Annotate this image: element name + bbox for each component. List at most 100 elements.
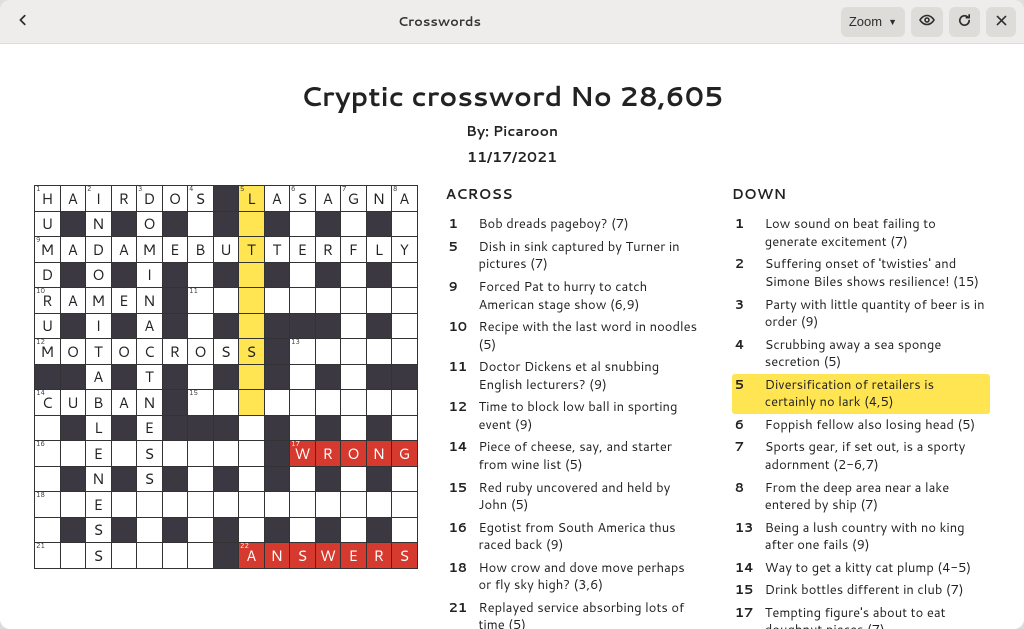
grid-cell[interactable] [239, 441, 265, 467]
grid-cell[interactable] [392, 262, 418, 288]
grid-cell[interactable]: N [86, 211, 112, 237]
clue-item[interactable]: 15Red ruby uncovered and held by John (5… [446, 477, 704, 517]
grid-cell[interactable] [290, 211, 316, 237]
grid-cell[interactable] [188, 492, 214, 518]
grid-cell[interactable] [188, 466, 214, 492]
grid-cell[interactable]: S [213, 339, 239, 365]
grid-cell[interactable] [239, 390, 265, 416]
clue-item[interactable]: 12Time to block low ball in sporting eve… [446, 397, 704, 437]
grid-cell[interactable]: A [264, 186, 290, 212]
grid-cell[interactable]: E [137, 415, 163, 441]
grid-cell[interactable]: O [60, 339, 86, 365]
clue-item[interactable]: 9Forced Pat to hurry to catch American s… [446, 277, 704, 317]
clue-item[interactable]: 2Suffering onset of 'twisties' and Simon… [732, 254, 990, 294]
clue-item[interactable]: 18How crow and dove move perhaps or fly … [446, 557, 704, 597]
grid-cell[interactable] [392, 211, 418, 237]
grid-cell[interactable] [188, 313, 214, 339]
grid-cell[interactable]: M [86, 288, 112, 314]
grid-cell[interactable] [162, 441, 188, 467]
grid-cell[interactable]: D [86, 237, 112, 263]
grid-cell[interactable] [162, 492, 188, 518]
grid-cell[interactable]: U [213, 237, 239, 263]
grid-cell[interactable] [239, 517, 265, 543]
clue-item[interactable]: 6Foppish fellow also losing head (5) [732, 414, 990, 437]
grid-cell[interactable]: R [162, 339, 188, 365]
grid-cell[interactable] [188, 517, 214, 543]
grid-cell[interactable]: B [188, 237, 214, 263]
grid-cell[interactable] [290, 364, 316, 390]
grid-cell[interactable]: S [137, 466, 163, 492]
grid-cell[interactable]: A [137, 313, 163, 339]
grid-cell[interactable]: Y [392, 237, 418, 263]
grid-cell[interactable]: G [392, 441, 418, 467]
grid-cell[interactable]: T [264, 237, 290, 263]
clue-item[interactable]: 17Tempting figure's about to eat doughnu… [732, 602, 990, 629]
grid-cell[interactable] [341, 390, 367, 416]
grid-cell[interactable] [162, 543, 188, 569]
grid-cell[interactable] [188, 441, 214, 467]
grid-cell[interactable]: D [35, 262, 61, 288]
grid-cell[interactable] [264, 492, 290, 518]
grid-cell[interactable]: M [137, 237, 163, 263]
grid-cell[interactable] [239, 313, 265, 339]
grid-cell[interactable]: L [366, 237, 392, 263]
grid-cell[interactable] [392, 390, 418, 416]
grid-cell[interactable] [35, 415, 61, 441]
grid-cell[interactable]: O [162, 186, 188, 212]
grid-cell[interactable]: T [239, 237, 265, 263]
grid-cell[interactable] [341, 517, 367, 543]
grid-cell[interactable]: C [137, 339, 163, 365]
grid-cell[interactable] [239, 211, 265, 237]
grid-cell[interactable]: N [86, 466, 112, 492]
grid-cell[interactable] [111, 492, 137, 518]
grid-cell[interactable] [290, 492, 316, 518]
grid-cell[interactable]: S [86, 517, 112, 543]
grid-cell[interactable]: 6S [290, 186, 316, 212]
grid-cell[interactable]: R [111, 186, 137, 212]
grid-cell[interactable] [188, 364, 214, 390]
crossword-grid[interactable]: 1HA2IR3DO4S5LA6SA7GN8AUNO9MADAMEBUTTERFL… [34, 185, 418, 569]
clue-item[interactable]: 5Dish in sink captured by Turner in pict… [446, 236, 704, 276]
clue-item[interactable]: 14Way to get a kitty cat plump (4-5) [732, 557, 990, 580]
grid-cell[interactable] [315, 390, 341, 416]
clue-item[interactable]: 11Doctor Dickens et al snubbing English … [446, 357, 704, 397]
grid-cell[interactable] [341, 211, 367, 237]
grid-cell[interactable] [290, 466, 316, 492]
grid-cell[interactable] [290, 262, 316, 288]
grid-cell[interactable] [341, 364, 367, 390]
grid-cell[interactable] [290, 288, 316, 314]
grid-cell[interactable] [341, 313, 367, 339]
grid-cell[interactable] [366, 339, 392, 365]
grid-cell[interactable]: S [392, 543, 418, 569]
grid-cell[interactable]: F [341, 237, 367, 263]
grid-cell[interactable] [315, 288, 341, 314]
grid-cell[interactable]: O [111, 339, 137, 365]
grid-cell[interactable]: A [111, 390, 137, 416]
grid-cell[interactable] [60, 441, 86, 467]
clue-item[interactable]: 16Egotist from South America thus raced … [446, 517, 704, 557]
grid-cell[interactable] [290, 390, 316, 416]
grid-cell[interactable] [341, 262, 367, 288]
grid-cell[interactable] [60, 543, 86, 569]
grid-cell[interactable]: O [137, 211, 163, 237]
grid-cell[interactable] [35, 517, 61, 543]
grid-cell[interactable]: I [137, 262, 163, 288]
grid-cell[interactable] [341, 288, 367, 314]
grid-cell[interactable]: E [86, 441, 112, 467]
grid-cell[interactable]: 16 [35, 441, 61, 467]
grid-cell[interactable]: 17W [290, 441, 316, 467]
grid-cell[interactable]: S [239, 339, 265, 365]
grid-cell[interactable]: E [290, 237, 316, 263]
grid-cell[interactable] [392, 415, 418, 441]
grid-cell[interactable]: T [137, 364, 163, 390]
grid-cell[interactable]: 2I [86, 186, 112, 212]
grid-cell[interactable]: A [60, 186, 86, 212]
grid-cell[interactable]: E [111, 288, 137, 314]
grid-cell[interactable]: E [341, 543, 367, 569]
grid-cell[interactable]: L [86, 415, 112, 441]
grid-cell[interactable]: N [137, 288, 163, 314]
refresh-button[interactable] [949, 7, 980, 37]
grid-cell[interactable] [341, 466, 367, 492]
grid-cell[interactable]: 22A [239, 543, 265, 569]
back-button[interactable] [8, 7, 38, 37]
